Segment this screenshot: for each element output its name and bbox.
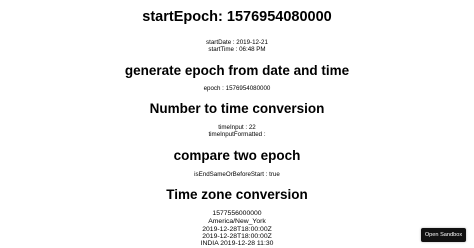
timezone-heading: Time zone conversion [166,187,308,202]
open-sandbox-button[interactable]: Open Sandbox [421,228,466,242]
compare-result-text: isEndSameOrBeforeStart : true [194,171,280,178]
generate-epoch-heading: generate epoch from date and time [124,63,350,78]
timezone-india-text: INDIA 2019-12-28 11:30 [200,240,274,247]
page: startEpoch: 1576954080000 startDate : 20… [0,0,474,248]
epoch-text: epoch : 1576954080000 [203,85,271,92]
start-epoch-title: startEpoch: 1576954080000 [142,9,332,25]
timezone-epoch-text: 1577556000000 [212,210,262,217]
compare-epoch-heading: compare two epoch [173,148,301,163]
timezone-zone-text: America/New_York [208,218,266,225]
start-time-text: startTime : 06:48 PM [208,46,266,53]
time-input-formatted-text: timeInputFormatted : [208,131,266,138]
number-to-time-heading: Number to time conversion [149,101,325,116]
